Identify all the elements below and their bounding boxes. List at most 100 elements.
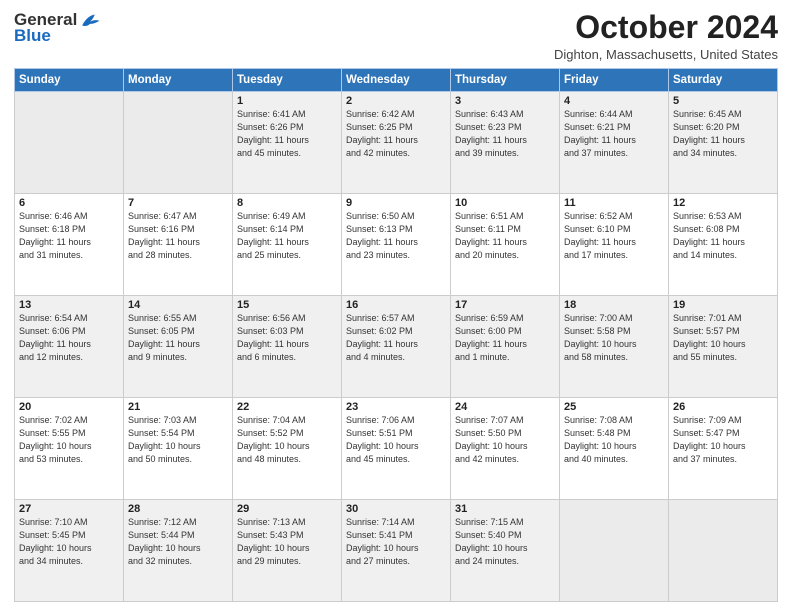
calendar-day-cell: 30Sunrise: 7:14 AM Sunset: 5:41 PM Dayli… (342, 500, 451, 602)
day-info: Sunrise: 6:54 AM Sunset: 6:06 PM Dayligh… (19, 312, 119, 364)
day-info: Sunrise: 6:52 AM Sunset: 6:10 PM Dayligh… (564, 210, 664, 262)
day-number: 22 (237, 401, 337, 413)
day-info: Sunrise: 7:15 AM Sunset: 5:40 PM Dayligh… (455, 516, 555, 568)
day-number: 3 (455, 95, 555, 107)
calendar-day-cell: 17Sunrise: 6:59 AM Sunset: 6:00 PM Dayli… (451, 296, 560, 398)
calendar-day-cell: 11Sunrise: 6:52 AM Sunset: 6:10 PM Dayli… (560, 194, 669, 296)
calendar-day-cell: 23Sunrise: 7:06 AM Sunset: 5:51 PM Dayli… (342, 398, 451, 500)
calendar-week-row: 20Sunrise: 7:02 AM Sunset: 5:55 PM Dayli… (15, 398, 778, 500)
day-number: 18 (564, 299, 664, 311)
logo-blue-text: Blue (14, 26, 51, 46)
calendar-day-cell: 13Sunrise: 6:54 AM Sunset: 6:06 PM Dayli… (15, 296, 124, 398)
calendar-day-cell: 6Sunrise: 6:46 AM Sunset: 6:18 PM Daylig… (15, 194, 124, 296)
day-number: 28 (128, 503, 228, 515)
day-number: 1 (237, 95, 337, 107)
calendar-header-wednesday: Wednesday (342, 69, 451, 92)
calendar-day-cell: 1Sunrise: 6:41 AM Sunset: 6:26 PM Daylig… (233, 92, 342, 194)
day-number: 8 (237, 197, 337, 209)
calendar-day-cell: 7Sunrise: 6:47 AM Sunset: 6:16 PM Daylig… (124, 194, 233, 296)
calendar-day-cell (669, 500, 778, 602)
day-info: Sunrise: 6:50 AM Sunset: 6:13 PM Dayligh… (346, 210, 446, 262)
calendar-day-cell: 8Sunrise: 6:49 AM Sunset: 6:14 PM Daylig… (233, 194, 342, 296)
day-number: 25 (564, 401, 664, 413)
day-number: 27 (19, 503, 119, 515)
day-info: Sunrise: 6:59 AM Sunset: 6:00 PM Dayligh… (455, 312, 555, 364)
day-number: 19 (673, 299, 773, 311)
day-number: 24 (455, 401, 555, 413)
calendar-day-cell: 20Sunrise: 7:02 AM Sunset: 5:55 PM Dayli… (15, 398, 124, 500)
calendar-day-cell: 12Sunrise: 6:53 AM Sunset: 6:08 PM Dayli… (669, 194, 778, 296)
day-info: Sunrise: 6:41 AM Sunset: 6:26 PM Dayligh… (237, 108, 337, 160)
calendar-day-cell: 28Sunrise: 7:12 AM Sunset: 5:44 PM Dayli… (124, 500, 233, 602)
day-number: 31 (455, 503, 555, 515)
day-info: Sunrise: 6:46 AM Sunset: 6:18 PM Dayligh… (19, 210, 119, 262)
day-number: 20 (19, 401, 119, 413)
day-info: Sunrise: 7:08 AM Sunset: 5:48 PM Dayligh… (564, 414, 664, 466)
day-info: Sunrise: 7:06 AM Sunset: 5:51 PM Dayligh… (346, 414, 446, 466)
calendar-day-cell: 26Sunrise: 7:09 AM Sunset: 5:47 PM Dayli… (669, 398, 778, 500)
calendar-day-cell: 25Sunrise: 7:08 AM Sunset: 5:48 PM Dayli… (560, 398, 669, 500)
calendar-day-cell: 4Sunrise: 6:44 AM Sunset: 6:21 PM Daylig… (560, 92, 669, 194)
calendar-week-row: 1Sunrise: 6:41 AM Sunset: 6:26 PM Daylig… (15, 92, 778, 194)
calendar-header-sunday: Sunday (15, 69, 124, 92)
calendar-day-cell: 18Sunrise: 7:00 AM Sunset: 5:58 PM Dayli… (560, 296, 669, 398)
day-info: Sunrise: 6:57 AM Sunset: 6:02 PM Dayligh… (346, 312, 446, 364)
day-number: 16 (346, 299, 446, 311)
day-info: Sunrise: 6:56 AM Sunset: 6:03 PM Dayligh… (237, 312, 337, 364)
calendar-day-cell: 29Sunrise: 7:13 AM Sunset: 5:43 PM Dayli… (233, 500, 342, 602)
day-info: Sunrise: 6:51 AM Sunset: 6:11 PM Dayligh… (455, 210, 555, 262)
month-title: October 2024 (554, 10, 778, 45)
calendar-week-row: 6Sunrise: 6:46 AM Sunset: 6:18 PM Daylig… (15, 194, 778, 296)
day-info: Sunrise: 7:03 AM Sunset: 5:54 PM Dayligh… (128, 414, 228, 466)
calendar-week-row: 27Sunrise: 7:10 AM Sunset: 5:45 PM Dayli… (15, 500, 778, 602)
calendar-week-row: 13Sunrise: 6:54 AM Sunset: 6:06 PM Dayli… (15, 296, 778, 398)
calendar-day-cell: 21Sunrise: 7:03 AM Sunset: 5:54 PM Dayli… (124, 398, 233, 500)
calendar-table: SundayMondayTuesdayWednesdayThursdayFrid… (14, 68, 778, 602)
day-info: Sunrise: 6:45 AM Sunset: 6:20 PM Dayligh… (673, 108, 773, 160)
day-number: 7 (128, 197, 228, 209)
day-info: Sunrise: 6:47 AM Sunset: 6:16 PM Dayligh… (128, 210, 228, 262)
day-info: Sunrise: 7:12 AM Sunset: 5:44 PM Dayligh… (128, 516, 228, 568)
calendar-day-cell: 31Sunrise: 7:15 AM Sunset: 5:40 PM Dayli… (451, 500, 560, 602)
day-number: 26 (673, 401, 773, 413)
day-info: Sunrise: 7:14 AM Sunset: 5:41 PM Dayligh… (346, 516, 446, 568)
calendar-header-row: SundayMondayTuesdayWednesdayThursdayFrid… (15, 69, 778, 92)
day-number: 14 (128, 299, 228, 311)
calendar-day-cell: 14Sunrise: 6:55 AM Sunset: 6:05 PM Dayli… (124, 296, 233, 398)
day-info: Sunrise: 6:55 AM Sunset: 6:05 PM Dayligh… (128, 312, 228, 364)
calendar-day-cell: 2Sunrise: 6:42 AM Sunset: 6:25 PM Daylig… (342, 92, 451, 194)
day-number: 11 (564, 197, 664, 209)
day-info: Sunrise: 7:02 AM Sunset: 5:55 PM Dayligh… (19, 414, 119, 466)
logo: General Blue (14, 10, 101, 46)
logo-bird-icon (79, 11, 101, 29)
calendar-day-cell: 22Sunrise: 7:04 AM Sunset: 5:52 PM Dayli… (233, 398, 342, 500)
calendar-day-cell: 10Sunrise: 6:51 AM Sunset: 6:11 PM Dayli… (451, 194, 560, 296)
day-number: 4 (564, 95, 664, 107)
calendar-header-thursday: Thursday (451, 69, 560, 92)
calendar-day-cell: 16Sunrise: 6:57 AM Sunset: 6:02 PM Dayli… (342, 296, 451, 398)
day-number: 21 (128, 401, 228, 413)
day-number: 2 (346, 95, 446, 107)
calendar-header-tuesday: Tuesday (233, 69, 342, 92)
calendar-day-cell: 3Sunrise: 6:43 AM Sunset: 6:23 PM Daylig… (451, 92, 560, 194)
day-info: Sunrise: 6:42 AM Sunset: 6:25 PM Dayligh… (346, 108, 446, 160)
day-number: 29 (237, 503, 337, 515)
calendar-header-monday: Monday (124, 69, 233, 92)
day-number: 13 (19, 299, 119, 311)
calendar-day-cell (15, 92, 124, 194)
day-info: Sunrise: 7:09 AM Sunset: 5:47 PM Dayligh… (673, 414, 773, 466)
day-info: Sunrise: 6:43 AM Sunset: 6:23 PM Dayligh… (455, 108, 555, 160)
day-info: Sunrise: 6:44 AM Sunset: 6:21 PM Dayligh… (564, 108, 664, 160)
day-info: Sunrise: 6:49 AM Sunset: 6:14 PM Dayligh… (237, 210, 337, 262)
calendar-day-cell: 24Sunrise: 7:07 AM Sunset: 5:50 PM Dayli… (451, 398, 560, 500)
calendar-day-cell: 19Sunrise: 7:01 AM Sunset: 5:57 PM Dayli… (669, 296, 778, 398)
calendar-header-saturday: Saturday (669, 69, 778, 92)
day-info: Sunrise: 7:13 AM Sunset: 5:43 PM Dayligh… (237, 516, 337, 568)
day-number: 17 (455, 299, 555, 311)
title-block: October 2024 Dighton, Massachusetts, Uni… (554, 10, 778, 62)
calendar-day-cell (560, 500, 669, 602)
day-number: 6 (19, 197, 119, 209)
day-info: Sunrise: 7:10 AM Sunset: 5:45 PM Dayligh… (19, 516, 119, 568)
calendar-day-cell: 15Sunrise: 6:56 AM Sunset: 6:03 PM Dayli… (233, 296, 342, 398)
location: Dighton, Massachusetts, United States (554, 47, 778, 62)
